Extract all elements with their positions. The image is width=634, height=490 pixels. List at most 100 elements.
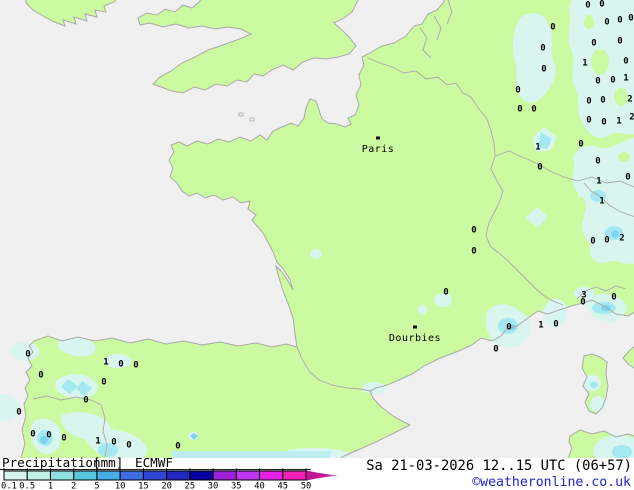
precip-value: 0: [471, 226, 476, 236]
city-label: Paris: [362, 144, 395, 155]
city-dot: [413, 326, 417, 329]
weather-map-page: 0000000001000010002000012010010100002030…: [0, 0, 634, 490]
colorbar-tick-label: 2: [71, 482, 76, 490]
colorbar-segment: [167, 471, 190, 480]
city-dot: [376, 137, 380, 140]
legend: Precipitation [mm] ECMWF 0.10.5125101520…: [0, 455, 634, 490]
colorbar-tick-label: 30: [208, 482, 219, 490]
colorbar-segment: [283, 471, 306, 480]
precip-value: 0: [600, 96, 605, 106]
precip-value: 0: [515, 86, 520, 96]
precip-value: 0: [443, 288, 448, 298]
precip-value: 0: [628, 14, 633, 24]
precip-value: 1: [582, 59, 587, 69]
precip-value: 0: [590, 237, 595, 247]
precip-value: 1: [596, 177, 601, 187]
precip-value: 1: [95, 437, 100, 447]
precip-value: 1: [103, 358, 108, 368]
precip-value: 0: [38, 371, 43, 381]
island-jersey: [250, 118, 254, 121]
precip-value: 1: [599, 197, 604, 207]
precip-value: 0: [610, 76, 615, 86]
precip-value: 0: [126, 441, 131, 451]
colorbar-tick-label: 0.5: [19, 482, 35, 490]
colorbar-tick-label: 15: [138, 482, 149, 490]
precip-value: 1: [616, 117, 621, 127]
colorbar-tick-label: 50: [301, 482, 312, 490]
colorbar-segment: [120, 471, 143, 480]
land-gap: [614, 88, 628, 106]
colorbar-segment: [143, 471, 166, 480]
precip-value: 0: [471, 247, 476, 257]
land-gap: [618, 152, 630, 162]
precip-value: 0: [595, 157, 600, 167]
colorbar-segment: [190, 471, 213, 480]
colorbar-tick-label: 40: [254, 482, 265, 490]
land-gap: [584, 15, 594, 29]
land-gap: [591, 49, 609, 75]
precip-value: 0: [553, 320, 558, 330]
precip-value: 0: [83, 396, 88, 406]
precip-value: 0: [617, 37, 622, 47]
precip-value: 0: [604, 18, 609, 28]
colorbar-segment: [236, 471, 259, 480]
precip-value: 0: [61, 434, 66, 444]
precip-value: 0: [611, 293, 616, 303]
colorbar-segment: [27, 471, 50, 480]
land-gap: [574, 197, 586, 215]
precip-value: 0: [586, 116, 591, 126]
precip-value: 0: [580, 298, 585, 308]
precip-value: 0: [25, 350, 30, 360]
colorbar-segment: [260, 471, 283, 480]
colorbar-segment: [213, 471, 236, 480]
precip-patch: [362, 382, 386, 394]
colorbar-tick-label: 0.1: [1, 482, 17, 490]
legend-title: Precipitation: [2, 455, 101, 470]
timestamp: Sa 21-03-2026 12..15 UTC (06+57): [366, 458, 632, 474]
precip-value: 0: [601, 118, 606, 128]
colorbar-tick-label: 45: [277, 482, 288, 490]
precip-value: 0: [586, 97, 591, 107]
colorbar-segment: [50, 471, 73, 480]
precip-value: 0: [506, 323, 511, 333]
precip-core-strong: [611, 231, 619, 238]
precip-value: 0: [591, 39, 596, 49]
precip-value: 0: [531, 105, 536, 115]
colorbar-tick-label: 1: [48, 482, 53, 490]
colorbar-segment: [74, 471, 97, 480]
precip-value: 0: [595, 77, 600, 87]
city-label: Dourbies: [389, 333, 441, 344]
precip-value: 0: [133, 361, 138, 371]
precip-patch: [310, 249, 322, 259]
precip-value: 0: [101, 378, 106, 388]
precip-value: 0: [118, 360, 123, 370]
island-guernsey: [239, 113, 243, 116]
colorbar-tick-label: 35: [231, 482, 242, 490]
legend-unit: [mm]: [93, 455, 123, 470]
precip-value: 0: [111, 438, 116, 448]
legend-model: ECMWF: [135, 455, 173, 470]
precip-value: 0: [537, 163, 542, 173]
precip-value: 0: [175, 442, 180, 452]
precip-value: 2: [629, 113, 634, 123]
precip-value: 0: [617, 16, 622, 26]
colorbar-tick-label: 10: [115, 482, 126, 490]
precip-value: 0: [623, 57, 628, 67]
precip-value: 0: [46, 431, 51, 441]
precip-core: [612, 445, 632, 459]
colorbar-segment: [4, 471, 27, 480]
precip-value: 0: [493, 345, 498, 355]
precip-value: 1: [535, 143, 540, 153]
colorbar-tick-label: 25: [185, 482, 196, 490]
precip-value: 0: [599, 0, 604, 10]
precipitation-map: 0000000001000010002000012010010100002030…: [0, 0, 634, 490]
colorbar-tick-label: 20: [161, 482, 172, 490]
precip-value: 0: [517, 105, 522, 115]
precip-value: 0: [541, 65, 546, 75]
colorbar-tick-label: 5: [94, 482, 99, 490]
precip-value: 0: [550, 23, 555, 33]
colorbar: [4, 471, 306, 480]
precip-value: 0: [585, 1, 590, 11]
precip-value: 0: [604, 236, 609, 246]
precip-value: 0: [30, 430, 35, 440]
